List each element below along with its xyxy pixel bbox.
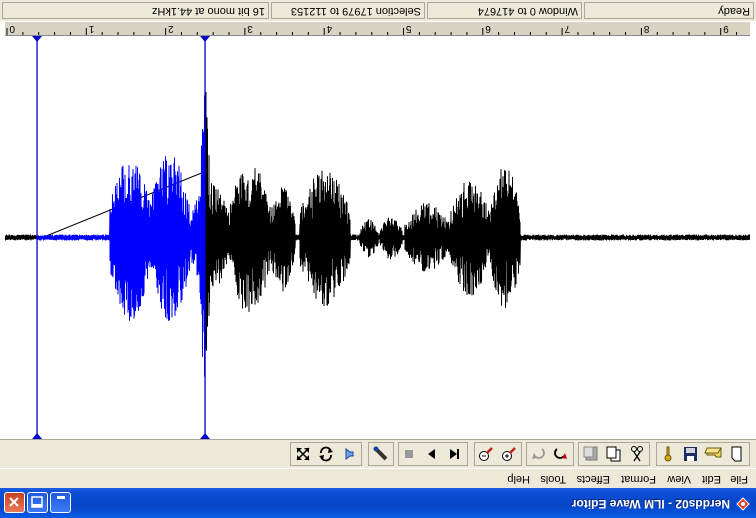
skip-to-start-button[interactable] (444, 444, 465, 464)
selection-end-handle-top[interactable] (200, 433, 211, 439)
minimize-icon (57, 496, 65, 499)
speaker-button[interactable] (338, 444, 359, 464)
stop-icon (405, 450, 413, 458)
stop-button[interactable] (398, 444, 419, 464)
status-window: Window 0 to 417674 (427, 2, 582, 19)
toolbar (0, 439, 756, 469)
status-selection: Selection 17979 to 112153 (271, 2, 425, 19)
paste-button[interactable] (580, 444, 601, 464)
ruler-label: 7 (564, 23, 571, 34)
menu-tools[interactable]: Tools (540, 473, 566, 485)
edit-toolbar-group (578, 442, 650, 466)
fit-window-icon (296, 447, 310, 461)
waveform-selection-trace (37, 92, 206, 377)
zoom-out-button[interactable] (475, 444, 496, 464)
new-document-button[interactable] (726, 444, 747, 464)
selection-start-handle-top[interactable] (32, 433, 43, 439)
menu-effects[interactable]: Effects (577, 473, 610, 485)
undo-icon (554, 448, 567, 459)
close-icon (9, 497, 19, 507)
ruler-label: 2 (168, 23, 174, 34)
waveform-display[interactable] (5, 36, 750, 439)
record-toolbar-group (368, 442, 394, 466)
zoom-in-icon (502, 447, 516, 461)
open-file-icon (704, 447, 722, 458)
menu-view[interactable]: View (667, 473, 691, 485)
zoom-in-button[interactable] (498, 444, 519, 464)
history-toolbar-group (526, 442, 574, 466)
play-button[interactable] (421, 444, 442, 464)
menu-file[interactable]: File (730, 473, 748, 485)
paste-icon (583, 446, 598, 461)
properties-button[interactable] (657, 444, 678, 464)
ruler-label: 6 (485, 23, 491, 34)
menu-format[interactable]: Format (621, 473, 656, 485)
maximize-button[interactable] (27, 492, 48, 513)
status-format: 16 bit mono at 44.1kHz (2, 2, 269, 19)
record-icon (373, 446, 388, 461)
ruler-label: 9 (723, 23, 729, 34)
redo-icon (532, 448, 545, 459)
ruler-ticks (6, 28, 738, 35)
save-button[interactable] (680, 444, 701, 464)
new-document-icon (731, 446, 742, 462)
zoom-toolbar-group (474, 442, 522, 466)
properties-icon (664, 446, 672, 462)
loop-icon (319, 446, 333, 462)
cut-button[interactable] (626, 444, 647, 464)
menu-bar: File Edit View Format Effects Tools Help (0, 469, 756, 488)
app-logo-icon (736, 497, 750, 511)
maximize-icon (31, 496, 43, 508)
waveform-canvas[interactable] (5, 36, 750, 439)
ruler-label: 0 (9, 23, 15, 34)
fit-window-button[interactable] (292, 444, 313, 464)
window-title: Nerdds02 - ILM Wave Editor (571, 497, 730, 511)
redo-button[interactable] (527, 444, 548, 464)
ruler-label: 4 (326, 23, 333, 34)
app-window: Nerdds02 - ILM Wave Editor File Edit Vie… (0, 0, 756, 518)
speaker-icon (345, 448, 354, 460)
close-button[interactable] (4, 492, 25, 513)
status-bar: Ready Window 0 to 417674 Selection 17979… (0, 0, 756, 22)
copy-icon (606, 446, 621, 462)
status-ready: Ready (584, 2, 754, 19)
selection-start-handle-bottom[interactable] (32, 36, 43, 42)
skip-to-start-icon (450, 449, 459, 459)
cut-icon (631, 446, 643, 462)
title-bar[interactable]: Nerdds02 - ILM Wave Editor (0, 488, 756, 518)
menu-help[interactable]: Help (507, 473, 530, 485)
save-icon (684, 447, 697, 461)
file-toolbar-group (656, 442, 750, 466)
transport-toolbar-group (398, 442, 468, 466)
ruler-label: 5 (405, 23, 412, 34)
ruler-label: 8 (643, 23, 650, 34)
record-button[interactable] (370, 444, 391, 464)
time-ruler[interactable]: 0 1 2 3 4 5 6 7 8 9 (5, 22, 750, 36)
ruler-label: 1 (88, 23, 95, 34)
loop-button[interactable] (315, 444, 336, 464)
selection-end-handle-bottom[interactable] (200, 36, 211, 42)
ruler-label: 3 (247, 23, 253, 34)
open-file-button[interactable] (703, 444, 724, 464)
play-icon (428, 449, 435, 459)
view-toolbar-group (290, 442, 362, 466)
zoom-out-icon (479, 447, 493, 461)
undo-button[interactable] (550, 444, 571, 464)
minimize-button[interactable] (50, 492, 71, 513)
menu-edit[interactable]: Edit (702, 473, 721, 485)
copy-button[interactable] (603, 444, 624, 464)
